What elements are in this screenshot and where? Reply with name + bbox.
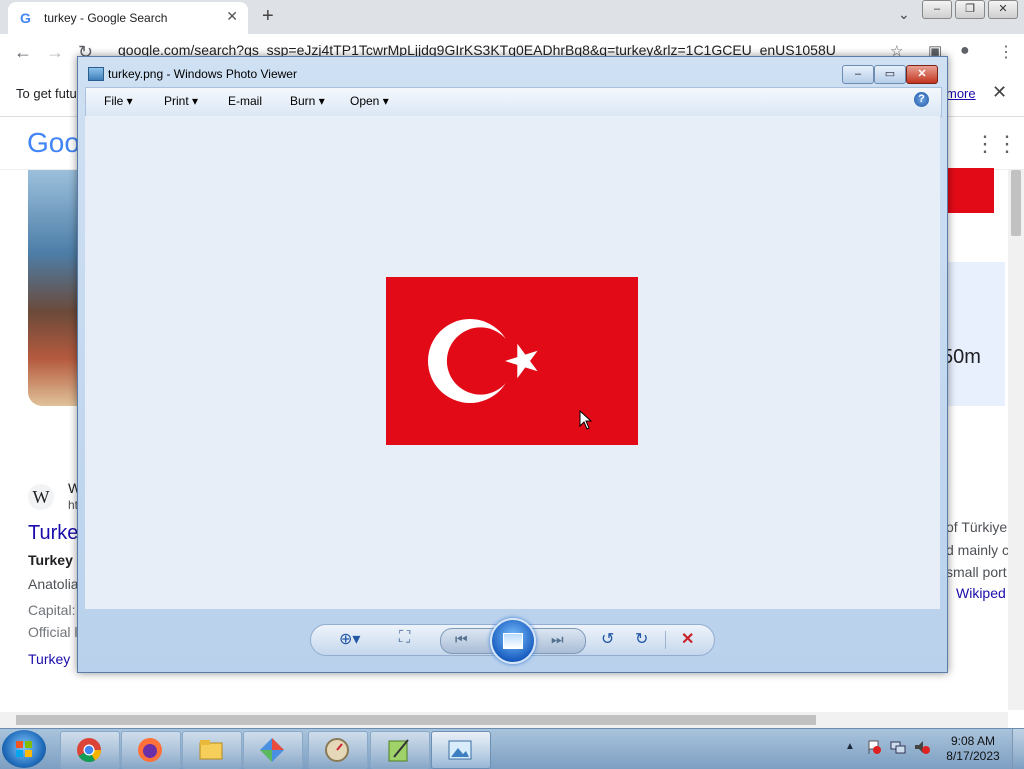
photo-viewer-app-icon <box>88 67 104 81</box>
zoom-icon[interactable]: ⊕▾ <box>339 629 360 649</box>
actual-size-icon[interactable]: ⛶ <box>399 629 410 647</box>
result-snippet-bold: Turkey <box>28 552 73 568</box>
network-icon[interactable] <box>890 739 906 755</box>
browser-window-controls: – ❐ ✕ <box>922 0 1018 19</box>
browser-tab[interactable]: G turkey - Google Search ✕ <box>8 2 248 34</box>
clock-date: 8/17/2023 <box>946 749 1000 763</box>
flag-thumbnail[interactable] <box>945 168 994 213</box>
start-button[interactable] <box>2 730 46 768</box>
photo-viewer-icon <box>448 740 472 760</box>
info-bar-text: To get futu <box>16 86 77 101</box>
google-favicon-icon: G <box>20 10 31 26</box>
menu-kebab-icon[interactable]: ⋮ <box>998 42 1014 62</box>
photo-viewer-titlebar[interactable]: turkey.png - Windows Photo Viewer – ▭ ✕ <box>78 57 947 87</box>
tab-close-icon[interactable]: ✕ <box>226 8 238 25</box>
taskbar: ▲ 9:08 AM 8/17/2023 <box>0 728 1024 769</box>
result-title-link[interactable]: Turke <box>28 522 78 545</box>
info-bar-close-icon[interactable]: ✕ <box>992 82 1007 103</box>
photo-viewer-toolbar: ⊕▾ ⛶ ⏮ ⏭ ↺ ↻ ✕ <box>310 618 715 664</box>
minimize-button[interactable]: – <box>842 65 874 84</box>
wikipedia-link[interactable]: Wikiped <box>956 585 1006 601</box>
mouse-cursor-icon <box>579 410 593 430</box>
back-arrow-icon[interactable]: ← <box>14 42 32 63</box>
right-snippet-3: small port <box>946 564 1007 580</box>
chrome-icon <box>77 738 101 763</box>
slideshow-icon <box>503 633 523 649</box>
help-icon[interactable]: ? <box>914 92 929 107</box>
knowledge-card <box>945 262 1005 406</box>
page-horizontal-scrollbar[interactable] <box>0 712 1008 728</box>
turkey-flag-image <box>386 277 638 445</box>
google-apps-grid-icon[interactable]: ⋮⋮⋮ <box>974 131 1024 157</box>
taskbar-file-explorer[interactable] <box>182 731 242 769</box>
window-title: turkey.png - Windows Photo Viewer <box>108 67 297 81</box>
system-clock[interactable]: 9:08 AM 8/17/2023 <box>940 734 1006 764</box>
previous-icon[interactable]: ⏮ <box>455 631 468 648</box>
profile-icon[interactable]: ● <box>960 42 970 60</box>
minimize-icon[interactable]: – <box>922 0 952 19</box>
close-icon[interactable]: ✕ <box>988 0 1018 19</box>
right-snippet-2: d mainly c <box>946 542 1010 558</box>
result-snippet-line: Anatolia <box>28 576 79 592</box>
action-center-flag-icon[interactable] <box>866 739 882 755</box>
right-snippet-1: of Türkiye, <box>946 519 1012 535</box>
scrollbar-thumb[interactable] <box>1011 170 1021 236</box>
rotate-clockwise-icon[interactable]: ↻ <box>635 629 648 649</box>
play-slideshow-button[interactable] <box>490 618 536 664</box>
email-menu[interactable]: E-mail <box>228 94 262 108</box>
official-language-label: Official l <box>28 624 78 640</box>
capital-label: Capital: <box>28 602 76 618</box>
taskbar-app-notepad[interactable] <box>370 731 430 769</box>
page-vertical-scrollbar[interactable] <box>1008 170 1024 710</box>
colored-diamond-icon <box>260 738 284 762</box>
taskbar-chrome[interactable] <box>60 731 120 769</box>
photo-viewer-menubar: File ▾ Print ▾ E-mail Burn ▾ Open ▾ ? <box>85 87 942 117</box>
windows-logo-icon <box>16 741 32 757</box>
restore-icon[interactable]: ❐ <box>955 0 985 19</box>
rotate-counterclockwise-icon[interactable]: ↺ <box>601 629 614 649</box>
maximize-button[interactable]: ▭ <box>874 65 906 84</box>
wikipedia-favicon: W <box>28 484 54 510</box>
tab-search-chevron-icon[interactable]: ⌄ <box>898 6 910 23</box>
info-bar-learn-more-link[interactable]: more <box>946 86 976 101</box>
new-tab-icon[interactable]: + <box>262 5 274 28</box>
tray-expand-icon[interactable]: ▲ <box>845 741 855 752</box>
forward-arrow-icon[interactable]: → <box>46 42 64 63</box>
notepad-pencil-icon <box>388 739 409 762</box>
turkey-sublink[interactable]: Turkey <box>28 651 70 667</box>
toolbar-divider <box>665 631 666 649</box>
taskbar-firefox[interactable] <box>121 731 181 769</box>
scrollbar-thumb[interactable] <box>16 715 816 725</box>
taskbar-app-diamond[interactable] <box>243 731 303 769</box>
firefox-icon <box>138 738 162 762</box>
close-button[interactable]: ✕ <box>906 65 938 84</box>
show-desktop-button[interactable] <box>1012 729 1024 769</box>
istanbul-photo-thumbnail[interactable] <box>28 170 80 406</box>
volume-muted-icon[interactable] <box>914 739 930 755</box>
delete-icon[interactable]: ✕ <box>681 629 694 649</box>
image-canvas[interactable] <box>85 116 940 609</box>
file-menu[interactable]: File ▾ <box>104 94 133 108</box>
burn-menu[interactable]: Burn ▾ <box>290 94 325 108</box>
clock-time: 9:08 AM <box>950 734 996 748</box>
tab-title: turkey - Google Search <box>44 11 168 25</box>
crescent-star-icon <box>428 319 538 403</box>
open-menu[interactable]: Open ▾ <box>350 94 389 108</box>
folder-icon <box>199 740 223 760</box>
taskbar-photo-viewer[interactable] <box>431 731 491 769</box>
gauge-icon <box>325 738 349 762</box>
photo-viewer-window: turkey.png - Windows Photo Viewer – ▭ ✕ … <box>77 56 948 673</box>
google-logo[interactable]: Goo <box>27 127 80 159</box>
browser-tab-strip: G turkey - Google Search ✕ + ⌄ – ❐ ✕ <box>0 0 1024 34</box>
print-menu[interactable]: Print ▾ <box>164 94 198 108</box>
next-icon[interactable]: ⏭ <box>551 631 564 648</box>
taskbar-app-clock[interactable] <box>308 731 368 769</box>
